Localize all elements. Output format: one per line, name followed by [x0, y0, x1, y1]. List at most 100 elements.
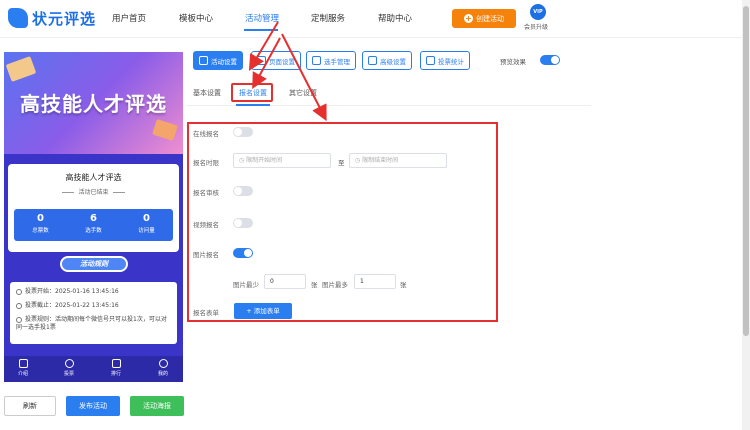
tab-other-settings[interactable]: 其它设置 — [289, 88, 317, 98]
tool-label: 活动设置 — [211, 57, 237, 66]
arrow-to-form-area — [281, 33, 327, 122]
logo-text: 状元评选 — [32, 9, 97, 28]
image-signup-label: 图片报名 — [193, 251, 219, 259]
tool-vote-statistics[interactable]: 投票统计 — [420, 51, 470, 70]
image-signup-toggle[interactable] — [233, 248, 253, 258]
to-label: 至 — [338, 159, 345, 167]
banner-decoration — [5, 56, 37, 82]
logo[interactable]: 状元评选 — [8, 7, 96, 29]
app-root: 状元评选 用户首页 模板中心 活动管理 定制服务 帮助中心 + 创建活动 VIP… — [0, 0, 750, 430]
refresh-button[interactable]: 刷新 — [4, 396, 56, 416]
rules-box: 投票开始：2025-01-16 13:45:16 投票截止：2025-01-22… — [10, 282, 177, 344]
toggle-knob — [551, 56, 559, 64]
image-max-label: 图片最多 — [322, 281, 348, 289]
image-min-input[interactable]: 0 — [264, 274, 306, 289]
preview-nav-label: 介绍 — [17, 371, 28, 377]
highlight-box — [231, 83, 273, 102]
image-max-input[interactable]: 1 — [354, 274, 396, 289]
placeholder-text: 限制开始时间 — [246, 157, 283, 164]
preview-nav-label: 排行 — [110, 371, 121, 377]
preview-effect-toggle[interactable] — [540, 55, 560, 65]
stats-bar: 0 总票数 6 选手数 0 访问量 — [14, 209, 173, 241]
rules-pill[interactable]: 活动规则 — [60, 256, 128, 272]
sliders-icon — [368, 56, 377, 65]
rule-text: 投票开始：2025-01-16 13:45:16 — [25, 288, 119, 295]
tool-label: 高级设置 — [380, 57, 406, 66]
video-signup-toggle[interactable] — [233, 218, 253, 228]
plus-icon: + — [464, 14, 473, 23]
stat-contestants: 6 选手数 — [67, 213, 120, 234]
stat-visits: 0 访问量 — [120, 213, 173, 234]
banner-decoration — [152, 118, 178, 142]
activity-poster-button[interactable]: 活动海报 — [130, 396, 184, 416]
image-min-unit: 张 — [311, 281, 318, 289]
preview-nav-intro[interactable]: 介绍 — [8, 359, 38, 377]
activity-info-card: 高技能人才评选 活动已结束 0 总票数 6 选手数 0 访问量 — [8, 164, 179, 252]
tool-label: 选手管理 — [324, 57, 350, 66]
signup-start-time-input[interactable]: ◷ 限制开始时间 — [233, 153, 331, 168]
signup-review-toggle[interactable] — [233, 186, 253, 196]
scrollbar-thumb[interactable] — [743, 6, 749, 336]
toggle-knob — [234, 187, 242, 195]
signup-time-label: 报名时限 — [193, 159, 219, 167]
rule-text: 投票规则：活动期间每个微信号只可以投1次，可以对同一选手投1票 — [16, 316, 167, 331]
toggle-knob — [234, 219, 242, 227]
page-scrollbar[interactable] — [742, 0, 750, 430]
image-min-label: 图片最少 — [233, 281, 259, 289]
create-activity-label: 创建活动 — [476, 14, 504, 23]
tab-basic-settings[interactable]: 基本设置 — [193, 88, 221, 98]
rule-line: 投票开始：2025-01-16 13:45:16 — [16, 288, 171, 296]
preview-nav-ranking[interactable]: 排行 — [101, 359, 131, 377]
signup-end-time-input[interactable]: ◷ 限制结束时间 — [349, 153, 447, 168]
preview-nav-label: 投票 — [63, 371, 74, 377]
top-navbar: 状元评选 用户首页 模板中心 活动管理 定制服务 帮助中心 + 创建活动 VIP… — [0, 0, 750, 38]
tool-contestant-management[interactable]: 选手管理 — [306, 51, 356, 70]
ranking-icon — [111, 359, 121, 368]
banner-title: 高技能人才评选 — [20, 92, 167, 116]
stat-value: 6 — [90, 213, 97, 224]
page-icon — [257, 56, 266, 65]
gear-icon — [199, 56, 208, 65]
online-signup-toggle[interactable] — [233, 127, 253, 137]
preview-nav-label: 我的 — [157, 371, 168, 377]
image-max-unit: 张 — [400, 281, 407, 289]
nav-template-center[interactable]: 模板中心 — [179, 12, 213, 24]
user-icon — [158, 359, 168, 368]
nav-activity-management[interactable]: 活动管理 — [245, 12, 279, 24]
preview-effect-label: 预览效果 — [500, 58, 526, 66]
tool-page-settings[interactable]: 页面设置 — [251, 51, 301, 70]
tool-advanced-settings[interactable]: 高级设置 — [362, 51, 412, 70]
tab-active-underline — [236, 104, 270, 106]
nav-user-home[interactable]: 用户首页 — [112, 12, 146, 24]
publish-activity-button[interactable]: 发布活动 — [66, 396, 120, 416]
stat-total-votes: 0 总票数 — [14, 213, 67, 234]
online-signup-label: 在线报名 — [193, 130, 219, 138]
clock-icon — [16, 302, 22, 309]
vip-upgrade-label[interactable]: 会员升级 — [524, 22, 548, 31]
mobile-preview: 高技能人才评选 高技能人才评选 活动已结束 0 总票数 6 选手数 0 访问量 … — [4, 52, 183, 382]
stat-value: 0 — [143, 213, 150, 224]
add-form-button[interactable]: + 添加表单 — [234, 303, 292, 319]
vote-icon — [64, 359, 74, 368]
logo-icon — [8, 8, 28, 28]
vip-icon[interactable]: VIP — [530, 4, 546, 20]
rule-text: 投票截止：2025-01-22 13:45:16 — [25, 302, 119, 309]
signup-form-label: 报名表单 — [193, 309, 219, 317]
nav-help-center[interactable]: 帮助中心 — [378, 12, 412, 24]
stat-value: 0 — [37, 213, 44, 224]
preview-nav-vote[interactable]: 投票 — [54, 359, 84, 377]
toggle-knob — [244, 249, 252, 257]
video-signup-label: 视频报名 — [193, 221, 219, 229]
create-activity-button[interactable]: + 创建活动 — [452, 9, 516, 28]
placeholder-text: 限制结束时间 — [362, 157, 399, 164]
rule-line: 投票规则：活动期间每个微信号只可以投1次，可以对同一选手投1票 — [16, 316, 171, 332]
clock-icon — [16, 288, 22, 295]
toggle-knob — [234, 128, 242, 136]
card-title: 高技能人才评选 — [65, 173, 122, 182]
preview-nav-mine[interactable]: 我的 — [148, 359, 178, 377]
nav-custom-service[interactable]: 定制服务 — [311, 12, 345, 24]
document-icon — [18, 359, 28, 368]
tool-activity-settings[interactable]: 活动设置 — [193, 51, 243, 70]
stat-label: 访问量 — [138, 228, 155, 234]
activity-status: 活动已结束 — [8, 187, 179, 196]
